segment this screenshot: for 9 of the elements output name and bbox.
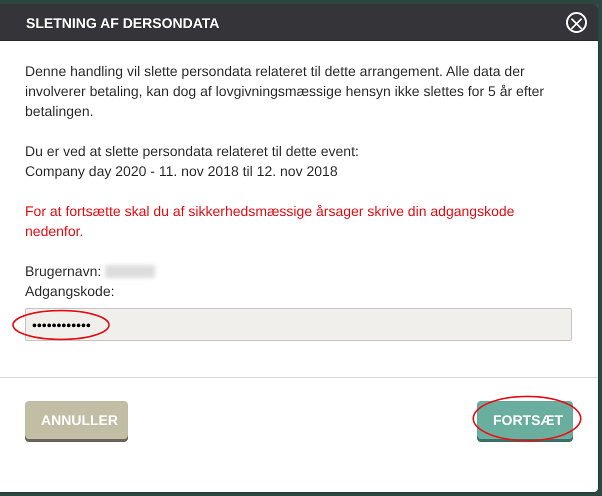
body-text: Du er ved at slette persondata relateret til dette event: Company day 2020 - 11. nov 2018 til 12. nov 2018: [25, 142, 360, 181]
password-field[interactable]: ••••••••••••: [25, 308, 572, 341]
password-label: Adgangskode:: [25, 283, 115, 299]
redacted-username: [105, 264, 156, 278]
close-icon[interactable]: ×: [566, 12, 587, 33]
body-text: Denne handling vil slette persondata relateret til dette arrangement. Alle data der involverer betaling, kan dog af lovgivningsmæssige hensyn ikke slettes for 5 år efter betalingen.: [25, 62, 546, 121]
dialog-title: SLETNING AF DERSONDATA: [26, 14, 220, 30]
username-label: Brugernavn:: [25, 262, 102, 281]
warning-text: For at fortsætte skal du af sikkerhedsmæssige årsager skrive din adgangskode nedenfor.: [25, 202, 516, 241]
